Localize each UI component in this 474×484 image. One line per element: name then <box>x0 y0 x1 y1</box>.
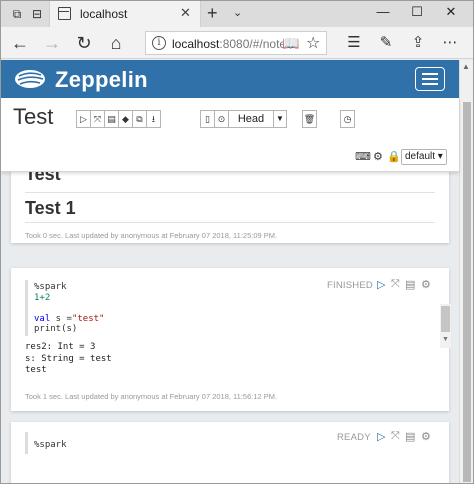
note-title[interactable]: Test <box>13 104 53 130</box>
page-favicon-icon <box>58 7 71 20</box>
site-info-icon[interactable]: i <box>152 36 166 50</box>
scroll-up-icon[interactable]: ▲ <box>462 62 470 71</box>
code-editor[interactable]: %spark 1+2 val s ="test" print(s) ▼ <box>25 280 451 348</box>
gear-icon[interactable]: ⚙ <box>373 150 383 163</box>
clock-icon[interactable]: ◷ <box>340 110 355 128</box>
markdown-heading: Test 1 <box>25 198 76 218</box>
interpreter-select[interactable]: default ▾ <box>401 149 447 165</box>
paragraph-settings-gear-icon[interactable]: ⚙ <box>421 278 431 291</box>
paragraph-spark[interactable]: %spark 1+2 val s ="test" print(s) ▼ FINI… <box>11 268 451 411</box>
toggle-output-icon[interactable]: ▤ <box>104 110 119 128</box>
status-badge: READY <box>337 432 371 443</box>
run-paragraph-icon[interactable]: ▷ <box>377 278 385 291</box>
browser-tab[interactable]: localhost ✕ <box>49 1 201 27</box>
favorites-hub-icon[interactable]: ☰ <box>343 33 365 53</box>
url-text[interactable]: localhost:8080/#/note <box>172 37 286 51</box>
run-paragraph-icon[interactable]: ▷ <box>377 430 385 443</box>
toggle-code-icon[interactable]: ⤧ <box>90 110 105 128</box>
tab-menu-chevron-icon[interactable]: ⌄ <box>233 6 242 19</box>
address-bar[interactable]: i localhost:8080/#/note 📖 ☆ <box>145 31 327 55</box>
window-close-icon[interactable]: ✕ <box>441 4 461 22</box>
status-badge: FINISHED <box>327 280 373 291</box>
paragraph-markdown[interactable]: Test Test 1 Took 0 sec. Last updated by … <box>11 172 449 243</box>
browser-window: ⧉ ⊟ localhost ✕ + ⌄ — ☐ ✕ ← → ↻ ⌂ i loca… <box>0 0 474 484</box>
clone-note-icon[interactable]: ⧉ <box>132 110 147 128</box>
tab-title: localhost <box>80 7 128 21</box>
commit-icon[interactable]: ▯ <box>200 110 215 128</box>
navbar-menu-button[interactable] <box>415 67 445 91</box>
run-all-icon[interactable]: ▷ <box>76 110 91 128</box>
remove-note-group: 🗑 <box>302 110 317 128</box>
toggle-output-icon[interactable]: ▤ <box>405 278 415 291</box>
brand-name[interactable]: Zeppelin <box>55 67 148 93</box>
scroll-down-icon[interactable]: ▼ <box>442 336 449 343</box>
lock-icon[interactable]: 🔒 <box>387 150 401 163</box>
zeppelin-logo-icon[interactable] <box>13 67 47 91</box>
divider <box>25 222 435 223</box>
editor-scroll-thumb[interactable] <box>441 306 450 332</box>
markdown-heading: Test <box>25 172 61 184</box>
export-note-icon[interactable]: ⭳ <box>146 110 161 128</box>
tab-aside-icon[interactable]: ⧉ <box>9 6 25 22</box>
code-text[interactable]: %spark <box>34 440 67 451</box>
toggle-output-icon[interactable]: ▤ <box>405 430 415 443</box>
tab-close-icon[interactable]: ✕ <box>180 5 191 21</box>
paragraph-output: res2: Int = 3 s: String = test test <box>25 342 112 375</box>
new-tab-icon[interactable]: + <box>207 3 218 24</box>
code-editor[interactable]: %spark <box>25 432 325 454</box>
revision-dropdown-icon[interactable]: ▼ <box>273 110 287 128</box>
paragraph-settings-gear-icon[interactable]: ⚙ <box>421 430 431 443</box>
more-icon[interactable]: ⋯ <box>439 33 461 53</box>
paragraph-footer: Took 0 sec. Last updated by anonymous at… <box>25 231 278 240</box>
divider <box>25 192 435 193</box>
scrollbar-thumb[interactable] <box>463 102 471 482</box>
tab-preview-icon[interactable]: ⊟ <box>29 6 45 22</box>
version-control-group: ▯ ⊙ Head ▼ <box>200 110 287 128</box>
head-revision-button[interactable]: Head <box>228 110 274 128</box>
back-arrow-icon[interactable]: ← <box>9 33 31 53</box>
refresh-icon[interactable]: ↻ <box>73 33 95 53</box>
note-action-group: ▷ ⤧ ▤ ◆ ⧉ ⭳ <box>76 110 161 128</box>
paragraph-area: Test Test 1 Took 0 sec. Last updated by … <box>1 172 459 483</box>
editor-scrollbar[interactable]: ▼ <box>440 304 451 348</box>
paragraph-spark-empty[interactable]: %spark READY ▷ ⤧ ▤ ⚙ <box>11 422 449 483</box>
share-icon[interactable]: ⇪ <box>407 33 429 53</box>
page-scrollbar[interactable]: ▲ <box>459 60 473 483</box>
browser-toolbar: ← → ↻ ⌂ i localhost:8080/#/note 📖 ☆ ☰ ✎ … <box>1 27 473 59</box>
forward-arrow-icon[interactable]: → <box>41 33 63 53</box>
clear-output-icon[interactable]: ◆ <box>118 110 133 128</box>
zeppelin-navbar: Zeppelin <box>1 60 459 98</box>
pen-icon[interactable]: ✎ <box>375 33 397 53</box>
reading-view-icon[interactable]: 📖 <box>282 35 299 52</box>
code-text[interactable]: %spark 1+2 val s ="test" print(s) <box>34 282 104 335</box>
toggle-editor-icon[interactable]: ⤧ <box>391 278 400 291</box>
minimize-icon[interactable]: — <box>373 4 393 22</box>
keyboard-shortcut-icon[interactable]: ⌨ <box>355 150 371 163</box>
revision-icon[interactable]: ⊙ <box>214 110 229 128</box>
maximize-icon[interactable]: ☐ <box>407 4 427 22</box>
scheduler-group: ◷ <box>340 110 355 128</box>
tab-strip: ⧉ ⊟ localhost ✕ + ⌄ — ☐ ✕ <box>1 1 473 27</box>
note-header: Test ▷ ⤧ ▤ ◆ ⧉ ⭳ ▯ ⊙ Head ▼ 🗑 ◷ ⌨ ⚙ 🔒 de… <box>1 98 459 172</box>
toggle-editor-icon[interactable]: ⤧ <box>391 430 400 443</box>
favorite-star-icon[interactable]: ☆ <box>306 33 320 53</box>
paragraph-footer: Took 1 sec. Last updated by anonymous at… <box>25 392 278 401</box>
home-icon[interactable]: ⌂ <box>105 33 127 53</box>
trash-icon[interactable]: 🗑 <box>302 110 317 128</box>
